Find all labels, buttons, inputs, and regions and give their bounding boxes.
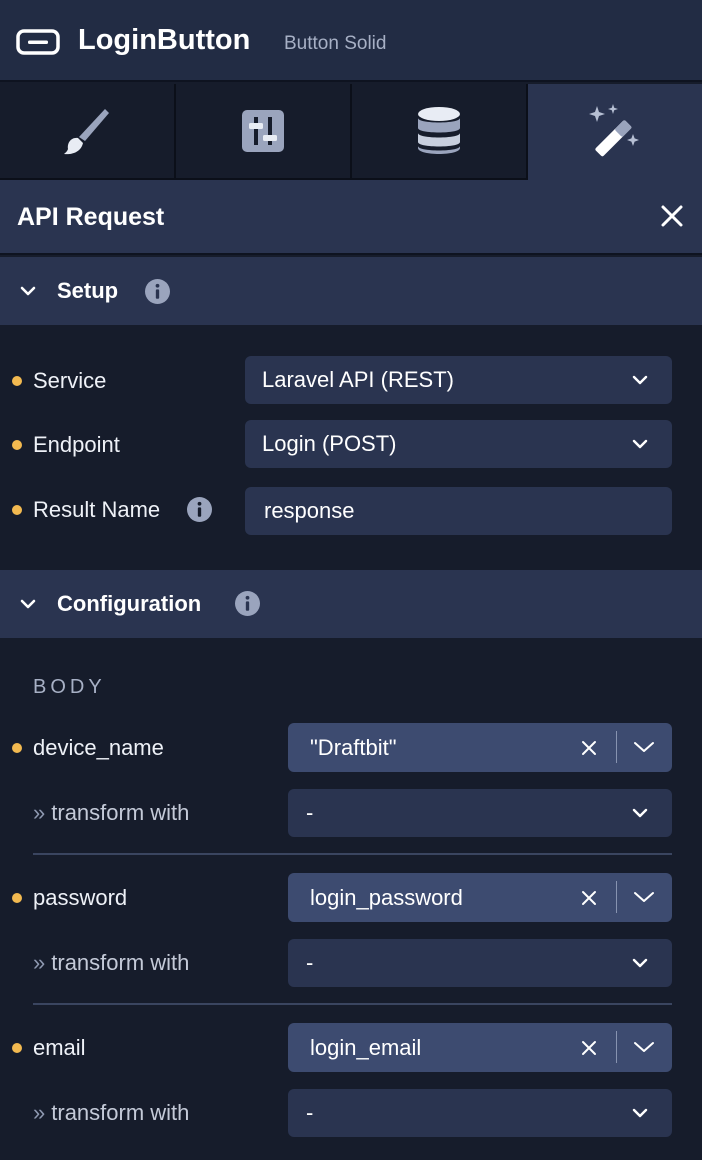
transform-value: - bbox=[306, 800, 314, 825]
component-type: Button Solid bbox=[284, 33, 387, 54]
transform-select[interactable]: - bbox=[288, 939, 672, 987]
param-value: login_email bbox=[310, 1034, 422, 1060]
panel-title: API Request bbox=[17, 203, 165, 231]
component-header: LoginButton Button Solid bbox=[0, 0, 702, 82]
combo-separator bbox=[616, 1031, 617, 1063]
chevron-down-icon bbox=[20, 599, 36, 609]
param-value-combo[interactable]: login_password bbox=[288, 873, 672, 922]
button-outline-icon bbox=[16, 29, 60, 55]
required-dot bbox=[12, 743, 22, 753]
info-icon[interactable] bbox=[187, 497, 212, 522]
param-divider bbox=[33, 853, 672, 855]
required-dot bbox=[12, 440, 22, 450]
chevron-down-icon bbox=[20, 286, 36, 296]
chevron-down-icon bbox=[632, 958, 648, 968]
param-name: device_name bbox=[33, 735, 164, 760]
tab-style[interactable] bbox=[0, 84, 176, 180]
clear-icon[interactable] bbox=[580, 889, 598, 907]
param-value-combo[interactable]: login_email bbox=[288, 1023, 672, 1072]
configuration-title: Configuration bbox=[57, 591, 202, 616]
info-icon[interactable] bbox=[145, 279, 170, 304]
required-dot bbox=[12, 505, 22, 515]
transform-value: - bbox=[306, 950, 314, 975]
service-value: Laravel API (REST) bbox=[262, 367, 454, 392]
endpoint-label: Endpoint bbox=[33, 432, 120, 457]
database-icon bbox=[418, 107, 460, 154]
endpoint-value: Login (POST) bbox=[262, 431, 397, 456]
param-value-combo[interactable]: "Draftbit" bbox=[288, 723, 672, 772]
service-label: Service bbox=[33, 368, 107, 393]
clear-icon[interactable] bbox=[580, 1039, 598, 1057]
combo-separator bbox=[616, 881, 617, 913]
tab-config[interactable] bbox=[176, 84, 352, 180]
chevron-down-icon bbox=[632, 1108, 648, 1118]
chevron-down-icon[interactable] bbox=[633, 1040, 655, 1054]
transform-value: - bbox=[306, 1100, 314, 1125]
clear-icon[interactable] bbox=[580, 739, 598, 757]
required-dot bbox=[12, 376, 22, 386]
tab-actions[interactable] bbox=[528, 84, 702, 180]
result-name-label: Result Name bbox=[33, 497, 161, 522]
transform-label: » transform with bbox=[33, 1100, 190, 1125]
tab-data[interactable] bbox=[352, 84, 528, 180]
result-name-input[interactable] bbox=[245, 487, 672, 535]
required-dot bbox=[12, 893, 22, 903]
chevron-down-icon[interactable] bbox=[633, 890, 655, 904]
setup-section-header[interactable]: Setup bbox=[0, 257, 702, 325]
close-icon[interactable] bbox=[658, 202, 686, 230]
body-section-label: BODY bbox=[33, 676, 106, 698]
setup-title: Setup bbox=[57, 278, 119, 303]
inspector-tabs bbox=[0, 84, 702, 180]
magic-wand-icon bbox=[589, 104, 639, 157]
chevron-down-icon[interactable] bbox=[633, 740, 655, 754]
combo-separator bbox=[616, 731, 617, 763]
transform-select[interactable]: - bbox=[288, 1089, 672, 1137]
service-select[interactable]: Laravel API (REST) bbox=[245, 356, 672, 404]
sliders-icon bbox=[242, 110, 284, 152]
param-value: login_password bbox=[310, 884, 463, 910]
paintbrush-icon bbox=[64, 109, 109, 155]
api-request-panel-header: API Request bbox=[0, 180, 702, 255]
required-dot bbox=[12, 1043, 22, 1053]
param-divider bbox=[33, 1003, 672, 1005]
chevron-down-icon bbox=[632, 375, 648, 385]
param-name: email bbox=[33, 1035, 86, 1060]
configuration-section-header[interactable]: Configuration bbox=[0, 570, 702, 638]
info-icon[interactable] bbox=[235, 591, 260, 616]
param-name: password bbox=[33, 885, 128, 910]
chevron-down-icon bbox=[632, 439, 648, 449]
transform-select[interactable]: - bbox=[288, 789, 672, 837]
transform-label: » transform with bbox=[33, 950, 190, 975]
component-name: LoginButton bbox=[78, 24, 251, 56]
transform-label: » transform with bbox=[33, 800, 190, 825]
param-value: "Draftbit" bbox=[310, 734, 397, 760]
chevron-down-icon bbox=[632, 808, 648, 818]
endpoint-select[interactable]: Login (POST) bbox=[245, 420, 672, 468]
